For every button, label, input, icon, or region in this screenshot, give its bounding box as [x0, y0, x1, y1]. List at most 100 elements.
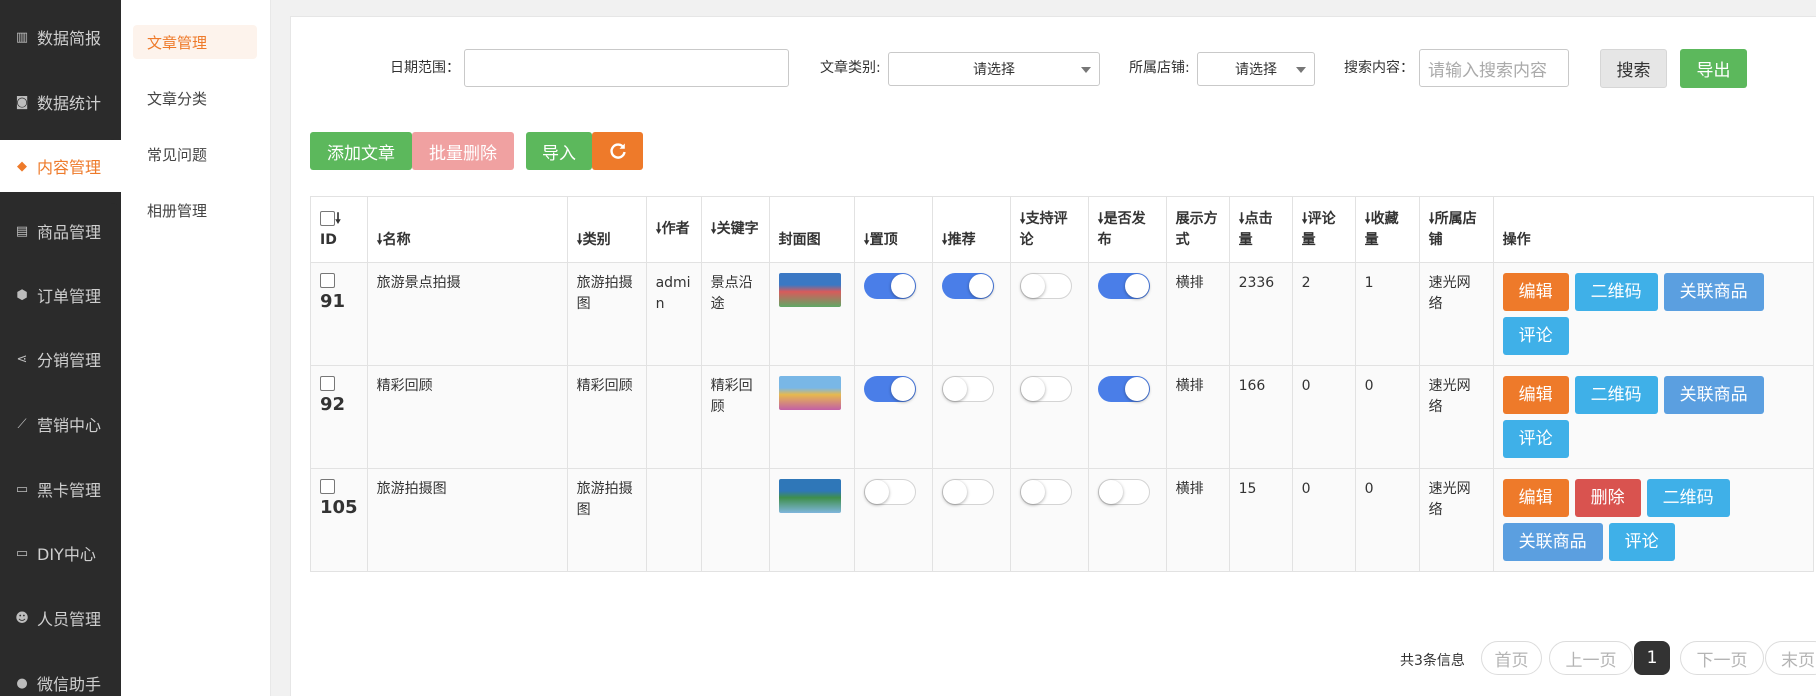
row-checkbox[interactable] — [320, 478, 335, 494]
line-chart-icon: ⟋ — [17, 416, 27, 432]
action-blue-button[interactable]: 二维码 — [1574, 273, 1658, 311]
cell-store: 速光网络 — [1418, 262, 1494, 366]
table-header-row: 🠗 ID 🠗名称 🠗类别 🠗作者 🠗关键字 封面图 🠗置顶 🠗推荐 🠗支持评论 🠗… — [310, 196, 1814, 263]
first-page-button[interactable]: 首页 — [1481, 641, 1542, 675]
select-all-checkbox[interactable] — [320, 211, 335, 226]
store-select[interactable]: 请选择 — [1197, 52, 1315, 86]
sidebar-item-10[interactable]: ● 微信助手 — [0, 657, 121, 696]
cell-recommend — [931, 365, 1011, 469]
col-published[interactable]: 🠗是否发布 — [1087, 196, 1167, 263]
action-lblue-button[interactable]: 关联商品 — [1502, 523, 1603, 561]
action-orange-button[interactable]: 编辑 — [1502, 273, 1569, 311]
cell-name: 精彩回顾 — [366, 365, 568, 469]
submenu-item-3[interactable]: 相册管理 — [133, 193, 257, 227]
col-comments[interactable]: 🠗评论量 — [1291, 196, 1356, 263]
action-blue-button[interactable]: 二维码 — [1574, 376, 1658, 414]
cell-author — [645, 365, 702, 469]
row-checkbox[interactable] — [320, 375, 335, 391]
page-1-button[interactable]: 1 — [1634, 641, 1670, 675]
publish-toggle[interactable] — [1097, 376, 1150, 402]
sidebar-item-7[interactable]: ▭ 黑卡管理 — [0, 463, 121, 515]
action-lblue-button[interactable]: 关联商品 — [1663, 273, 1764, 311]
sidebar-item-4[interactable]: ⬢ 订单管理 — [0, 269, 121, 321]
col-keyword[interactable]: 🠗关键字 — [700, 196, 770, 263]
toggle-knob — [1020, 274, 1045, 298]
cell-clicks: 166 — [1228, 365, 1293, 469]
col-recommend[interactable]: 🠗推荐 — [931, 196, 1011, 263]
toggle-knob — [890, 377, 915, 401]
top-toggle[interactable] — [863, 273, 916, 299]
import-button[interactable]: 导入 — [526, 132, 592, 170]
action-lblue-button[interactable]: 关联商品 — [1663, 376, 1764, 414]
action-blue-button[interactable]: 评论 — [1502, 317, 1569, 355]
cell-id: 91 — [310, 262, 368, 366]
cell-comments: 0 — [1291, 468, 1356, 572]
comment-toggle[interactable] — [1019, 376, 1072, 402]
comment-toggle[interactable] — [1019, 479, 1072, 505]
wechat-icon: ● — [16, 675, 28, 691]
col-store[interactable]: 🠗所属店铺 — [1418, 196, 1494, 263]
action-red-button[interactable]: 删除 — [1574, 479, 1641, 517]
last-page-button[interactable]: 末页 — [1765, 641, 1816, 675]
row-checkbox[interactable] — [320, 272, 335, 288]
recommend-toggle[interactable] — [941, 479, 994, 505]
row-name: 旅游拍摄图 — [376, 481, 447, 497]
refresh-button[interactable] — [592, 132, 643, 170]
date-range-input[interactable] — [464, 49, 789, 87]
action-blue-button[interactable]: 评论 — [1502, 420, 1569, 458]
comment-toggle[interactable] — [1019, 273, 1072, 299]
search-input[interactable]: 请输入搜索内容 — [1419, 49, 1569, 87]
top-toggle[interactable] — [863, 479, 916, 505]
cell-ops: 编辑 二维码 关联商品评论 — [1492, 365, 1814, 469]
row-display: 横排 — [1175, 481, 1204, 497]
action-blue-button[interactable]: 评论 — [1608, 523, 1675, 561]
col-id[interactable]: 🠗 ID — [310, 196, 368, 263]
share-icon: ⋖ — [16, 351, 28, 367]
sidebar-item-3[interactable]: ▤ 商品管理 — [0, 205, 121, 257]
category-select[interactable]: 请选择 — [888, 52, 1100, 86]
sidebar-item-9[interactable]: ☻ 人员管理 — [0, 592, 121, 644]
cover-thumbnail — [778, 479, 841, 513]
top-toggle[interactable] — [863, 376, 916, 402]
cell-keyword: 景点沿途 — [700, 262, 770, 366]
cell-favorites: 1 — [1354, 262, 1420, 366]
col-name[interactable]: 🠗名称 — [366, 196, 568, 263]
submenu-item-0[interactable]: 文章管理 — [133, 25, 257, 59]
batch-delete-button[interactable]: 批量删除 — [412, 132, 514, 170]
sidebar-item-1[interactable]: ◙ 数据统计 — [0, 76, 121, 128]
add-article-button[interactable]: 添加文章 — [310, 132, 412, 170]
col-category[interactable]: 🠗类别 — [566, 196, 647, 263]
row-id: 91 — [320, 291, 346, 312]
cell-name: 旅游拍摄图 — [366, 468, 568, 572]
col-ops: 操作 — [1492, 196, 1814, 263]
col-favorites-label: 收藏量 — [1364, 210, 1399, 248]
sidebar-item-6[interactable]: ⟋ 营销中心 — [0, 398, 121, 450]
sidebar-item-5[interactable]: ⋖ 分销管理 — [0, 333, 121, 385]
sidebar-item-8[interactable]: ▭ DIY中心 — [0, 527, 121, 579]
col-author[interactable]: 🠗作者 — [645, 196, 702, 263]
col-ops-label: 操作 — [1502, 231, 1531, 248]
publish-toggle[interactable] — [1097, 273, 1150, 299]
action-orange-button[interactable]: 编辑 — [1502, 376, 1569, 414]
cell-category: 精彩回顾 — [566, 365, 647, 469]
recommend-toggle[interactable] — [941, 376, 994, 402]
submenu-item-2[interactable]: 常见问题 — [133, 137, 257, 171]
prev-page-button[interactable]: 上一页 — [1549, 641, 1633, 675]
search-button[interactable]: 搜索 — [1600, 49, 1667, 88]
recommend-toggle[interactable] — [941, 273, 994, 299]
action-orange-button[interactable]: 编辑 — [1502, 479, 1569, 517]
col-favorites[interactable]: 🠗收藏量 — [1354, 196, 1420, 263]
col-clicks[interactable]: 🠗点击量 — [1228, 196, 1293, 263]
col-top[interactable]: 🠗置顶 — [853, 196, 933, 263]
next-page-button[interactable]: 下一页 — [1680, 641, 1764, 675]
action-blue-button[interactable]: 二维码 — [1646, 479, 1730, 517]
col-comment-enabled[interactable]: 🠗支持评论 — [1009, 196, 1089, 263]
export-button[interactable]: 导出 — [1680, 49, 1747, 88]
search-label: 搜索内容： — [1344, 60, 1414, 76]
sidebar-item-2[interactable]: ◆ 内容管理 — [0, 140, 121, 192]
submenu-item-1[interactable]: 文章分类 — [133, 81, 257, 115]
publish-toggle[interactable] — [1097, 479, 1150, 505]
col-comments-label: 评论量 — [1301, 210, 1336, 248]
sidebar-item-0[interactable]: ▥ 数据简报 — [0, 11, 121, 63]
toggle-knob — [1020, 480, 1045, 504]
